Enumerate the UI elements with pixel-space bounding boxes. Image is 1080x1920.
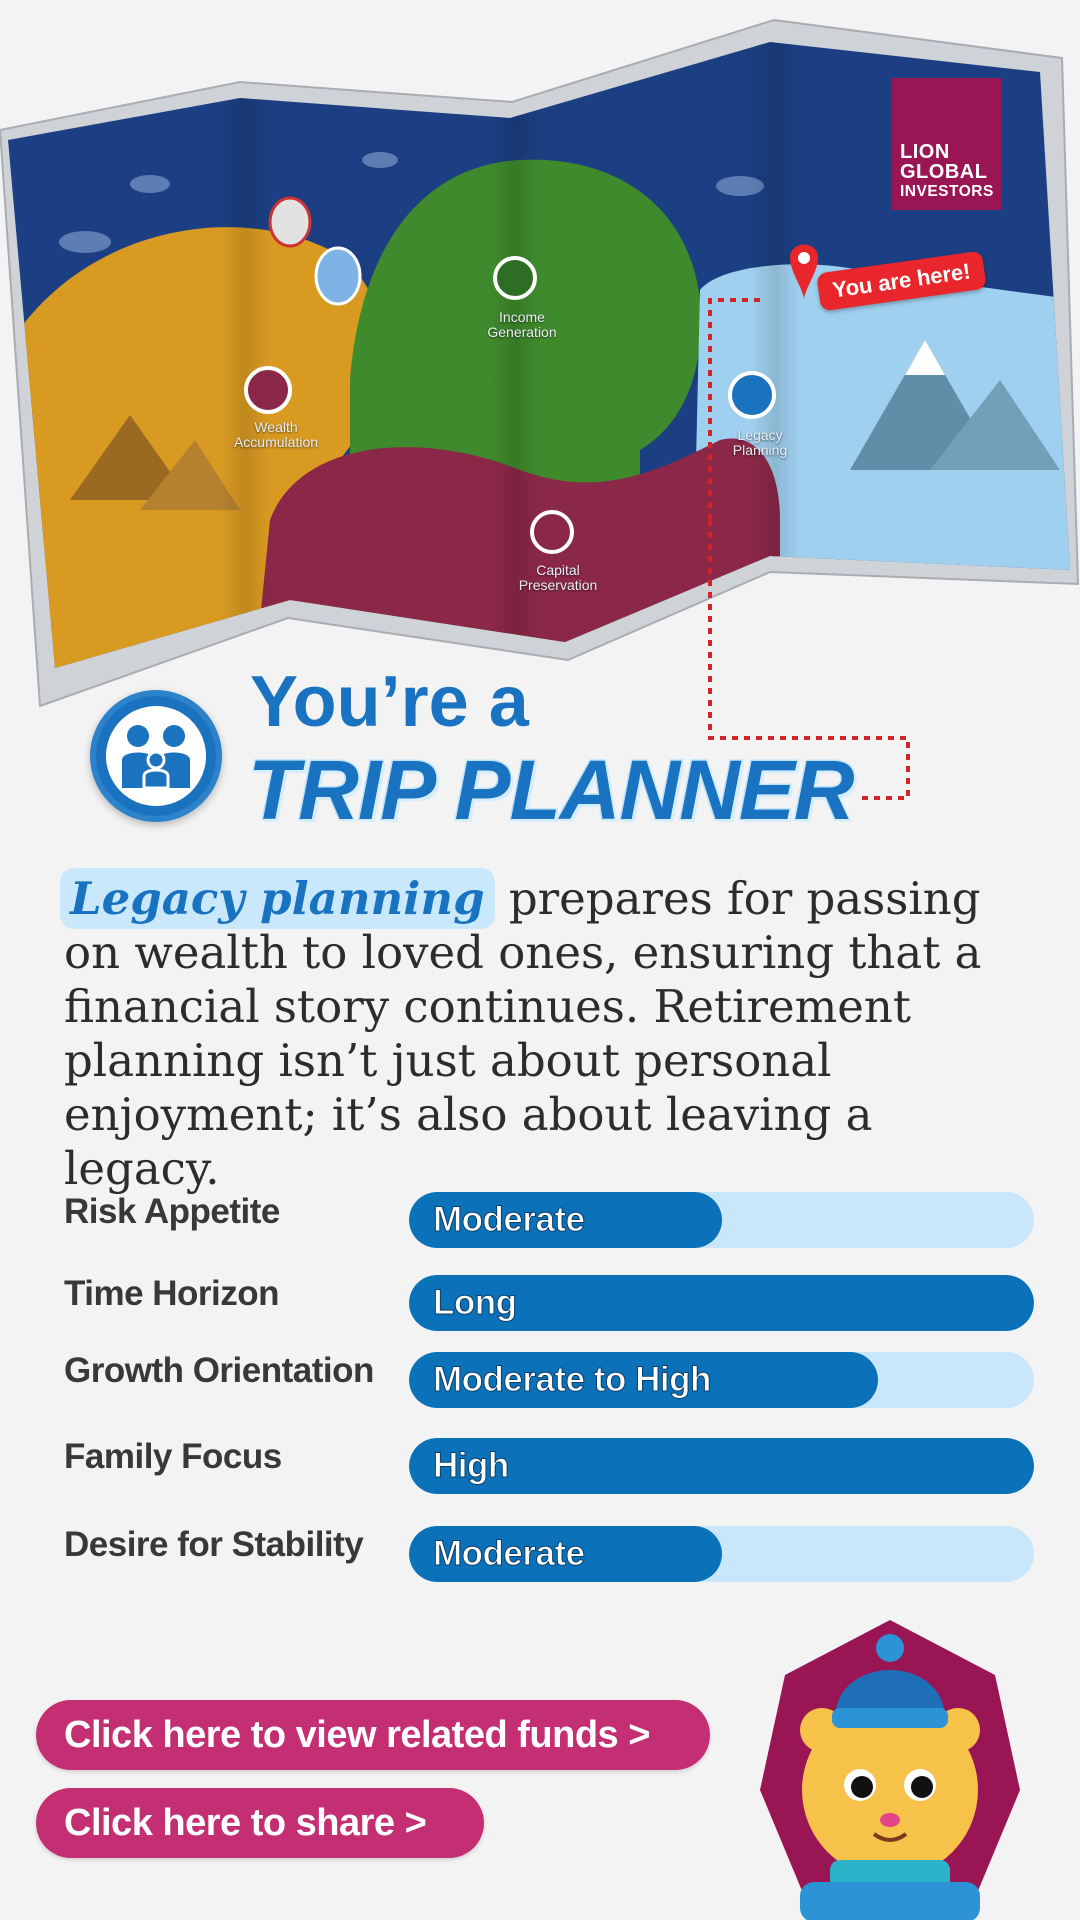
- trait-bar-family-focus: High: [409, 1438, 1034, 1494]
- trait-value: Moderate to High: [433, 1360, 712, 1400]
- title-line-1: You’re a: [250, 662, 529, 742]
- trait-label-growth-orientation: Growth Orientation: [64, 1351, 374, 1390]
- trait-label-risk-appetite: Risk Appetite: [64, 1192, 280, 1231]
- trait-label-family-focus: Family Focus: [64, 1437, 282, 1476]
- region-label-income-generation: Income Generation: [487, 309, 557, 340]
- region-label-legacy-planning: Legacy Planning: [732, 427, 788, 458]
- brand-line-3: INVESTORS: [900, 183, 994, 200]
- trait-bar-time-horizon: Long: [409, 1275, 1034, 1331]
- trait-bar-growth-orientation: Moderate to High: [409, 1352, 1034, 1408]
- family-icon: [90, 690, 222, 822]
- region-label-wealth-accumulation: Wealth Accumulation: [233, 419, 319, 450]
- trait-value: Moderate: [433, 1200, 586, 1240]
- region-label-capital-preservation: Capital Preservation: [518, 562, 598, 593]
- intro-highlight: Legacy planning: [60, 868, 495, 929]
- trait-value: Long: [433, 1283, 518, 1323]
- trait-label-desire-for-stability: Desire for Stability: [64, 1525, 364, 1564]
- trait-label-time-horizon: Time Horizon: [64, 1274, 280, 1313]
- brand-line-1: LION: [900, 141, 950, 163]
- brand-logo: LION GLOBAL INVESTORS: [892, 78, 1002, 210]
- share-button[interactable]: Click here to share >: [36, 1788, 484, 1858]
- lion-mascot-illustration: [760, 1620, 1020, 1920]
- trait-bar-desire-for-stability: Moderate: [409, 1526, 1034, 1582]
- journey-map: Wealth Accumulation Income Generation Le…: [0, 0, 1080, 720]
- intro-paragraph: Legacy planning prepares for passing on …: [60, 868, 1024, 1196]
- trait-value: Moderate: [433, 1534, 586, 1574]
- title-line-2: TRIP PLANNER: [247, 742, 857, 839]
- brand-line-2: GLOBAL: [900, 161, 988, 183]
- trait-value: High: [433, 1446, 510, 1486]
- trait-bar-risk-appetite: Moderate: [409, 1192, 1034, 1248]
- view-related-funds-button[interactable]: Click here to view related funds >: [36, 1700, 710, 1770]
